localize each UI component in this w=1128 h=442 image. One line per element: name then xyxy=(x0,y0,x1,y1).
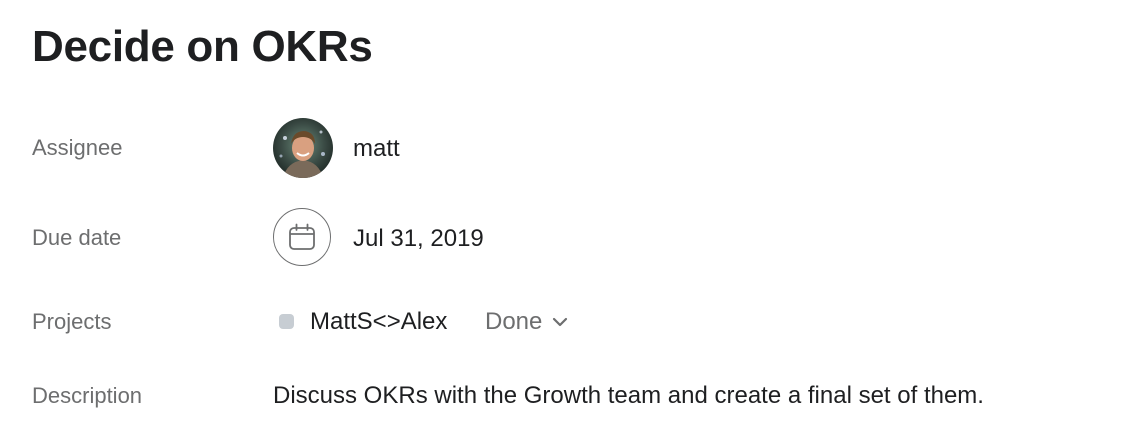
description-text[interactable]: Discuss OKRs with the Growth team and cr… xyxy=(273,381,984,411)
due-date-button[interactable] xyxy=(273,208,331,266)
due-date-label: Due date xyxy=(32,225,122,250)
avatar[interactable] xyxy=(273,118,333,178)
project-color-dot xyxy=(279,314,294,329)
due-date-value[interactable]: Jul 31, 2019 xyxy=(353,224,484,254)
chevron-down-icon xyxy=(553,317,568,327)
project-section-dropdown[interactable]: Done xyxy=(485,307,568,337)
task-detail-pane: Decide on OKRs Assignee matt Due date Ju… xyxy=(0,0,1128,442)
description-label: Description xyxy=(32,383,143,408)
project-name[interactable]: MattS<>Alex xyxy=(310,307,447,337)
project-section-label: Done xyxy=(485,308,543,335)
task-title[interactable]: Decide on OKRs xyxy=(32,20,373,74)
assignee-avatar-image xyxy=(273,118,333,178)
assignee-label: Assignee xyxy=(32,135,123,160)
calendar-icon xyxy=(289,223,315,250)
projects-label: Projects xyxy=(32,309,112,334)
assignee-name[interactable]: matt xyxy=(353,134,400,164)
